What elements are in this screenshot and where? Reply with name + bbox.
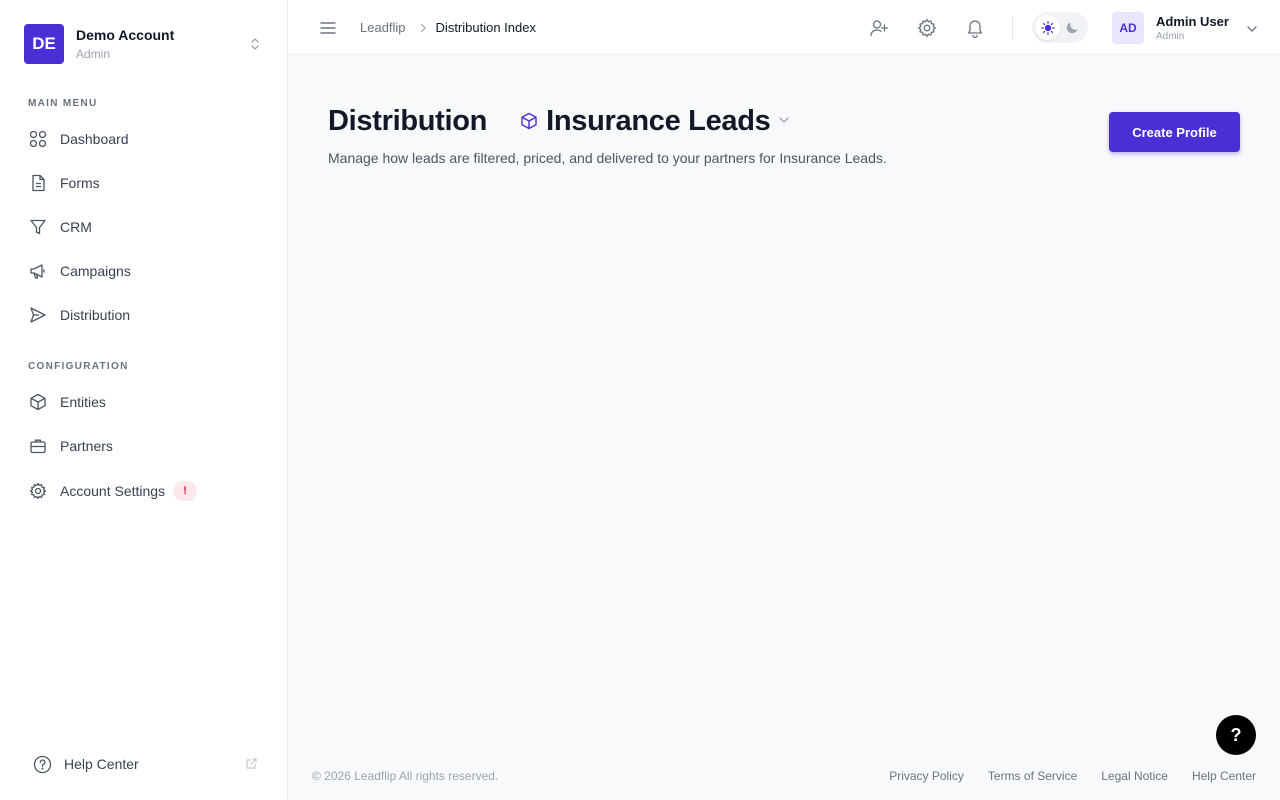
breadcrumb: Leadflip Distribution Index (360, 20, 536, 35)
sidebar-item-label: Account Settings (60, 483, 166, 499)
add-user-icon[interactable] (867, 16, 891, 40)
help-button[interactable]: ? (1216, 715, 1256, 755)
footer-links: Privacy Policy Terms of Service Legal No… (889, 769, 1256, 783)
filter-icon (28, 217, 48, 237)
document-icon (28, 173, 48, 193)
sidebar-item-label: CRM (60, 219, 92, 235)
gear-icon (28, 481, 48, 501)
chevron-down-icon (1246, 22, 1258, 40)
megaphone-icon (28, 261, 48, 281)
external-link-icon (245, 757, 258, 775)
sun-icon[interactable] (1035, 15, 1060, 40)
footer-copyright: © 2026 Leadflip All rights reserved. (312, 769, 499, 783)
moon-icon[interactable] (1060, 15, 1085, 40)
footer-link-legal[interactable]: Legal Notice (1101, 769, 1168, 783)
alert-badge: ! (173, 481, 198, 501)
sidebar-item-label: Entities (60, 394, 106, 410)
grid-icon (28, 129, 48, 149)
breadcrumb-current: Distribution Index (435, 20, 536, 35)
settings-icon[interactable] (915, 16, 939, 40)
help-center-link[interactable]: Help Center (32, 752, 258, 776)
chevron-down-icon (778, 113, 790, 131)
cube-icon (28, 392, 48, 412)
user-name: Admin User (1156, 13, 1229, 29)
breadcrumb-root[interactable]: Leadflip (360, 20, 406, 35)
bell-icon[interactable] (963, 16, 987, 40)
entity-selector[interactable]: Insurance Leads (519, 105, 790, 138)
user-role: Admin (1156, 30, 1185, 42)
footer-link-privacy[interactable]: Privacy Policy (889, 769, 964, 783)
page-header: Distribution Insurance Leads (328, 102, 790, 140)
send-icon (28, 305, 48, 325)
user-avatar: AD (1112, 12, 1144, 44)
account-avatar: DE (24, 24, 64, 64)
sidebar-item-partners[interactable]: Partners (28, 434, 113, 458)
sidebar-item-distribution[interactable]: Distribution (28, 303, 130, 327)
user-menu[interactable]: AD Admin User Admin (1112, 12, 1258, 44)
entity-name: Insurance Leads (546, 104, 771, 137)
sidebar-item-label: Campaigns (60, 263, 131, 279)
sidebar-item-campaigns[interactable]: Campaigns (28, 259, 131, 283)
theme-toggle[interactable] (1032, 12, 1088, 43)
sidebar-item-label: Dashboard (60, 131, 129, 147)
sidebar-item-account-settings[interactable]: Account Settings ! (28, 479, 198, 503)
top-bar: Leadflip Distribution Index AD Admin Use… (288, 0, 1280, 55)
account-name: Demo Account (76, 27, 175, 43)
page-description: Manage how leads are filtered, priced, a… (328, 150, 887, 166)
create-profile-button[interactable]: Create Profile (1109, 112, 1240, 152)
sidebar-item-dashboard[interactable]: Dashboard (28, 127, 129, 151)
sidebar-item-crm[interactable]: CRM (28, 215, 92, 239)
help-center-label: Help Center (64, 756, 139, 772)
sidebar-item-label: Partners (60, 438, 113, 454)
configuration-title: CONFIGURATION (28, 361, 129, 372)
footer-link-help[interactable]: Help Center (1192, 769, 1256, 783)
chevron-right-icon (418, 23, 428, 33)
account-switcher[interactable]: DE Demo Account Admin (24, 24, 270, 64)
sidebar-item-entities[interactable]: Entities (28, 390, 106, 414)
main-menu-title: MAIN MENU (28, 98, 98, 109)
question-circle-icon (32, 754, 52, 774)
account-role: Admin (76, 47, 111, 61)
sidebar-item-label: Distribution (60, 307, 131, 323)
page-title: Distribution (328, 104, 488, 137)
sidebar-item-label: Forms (60, 175, 100, 191)
menu-icon[interactable] (318, 18, 338, 38)
briefcase-icon (28, 436, 48, 456)
cube-icon (519, 111, 539, 131)
footer-link-terms[interactable]: Terms of Service (988, 769, 1077, 783)
sidebar: DE Demo Account Admin MAIN MENU Dashboar… (0, 0, 288, 800)
chevron-up-down-icon (248, 36, 262, 52)
divider (1012, 16, 1013, 40)
sidebar-item-forms[interactable]: Forms (28, 171, 100, 195)
